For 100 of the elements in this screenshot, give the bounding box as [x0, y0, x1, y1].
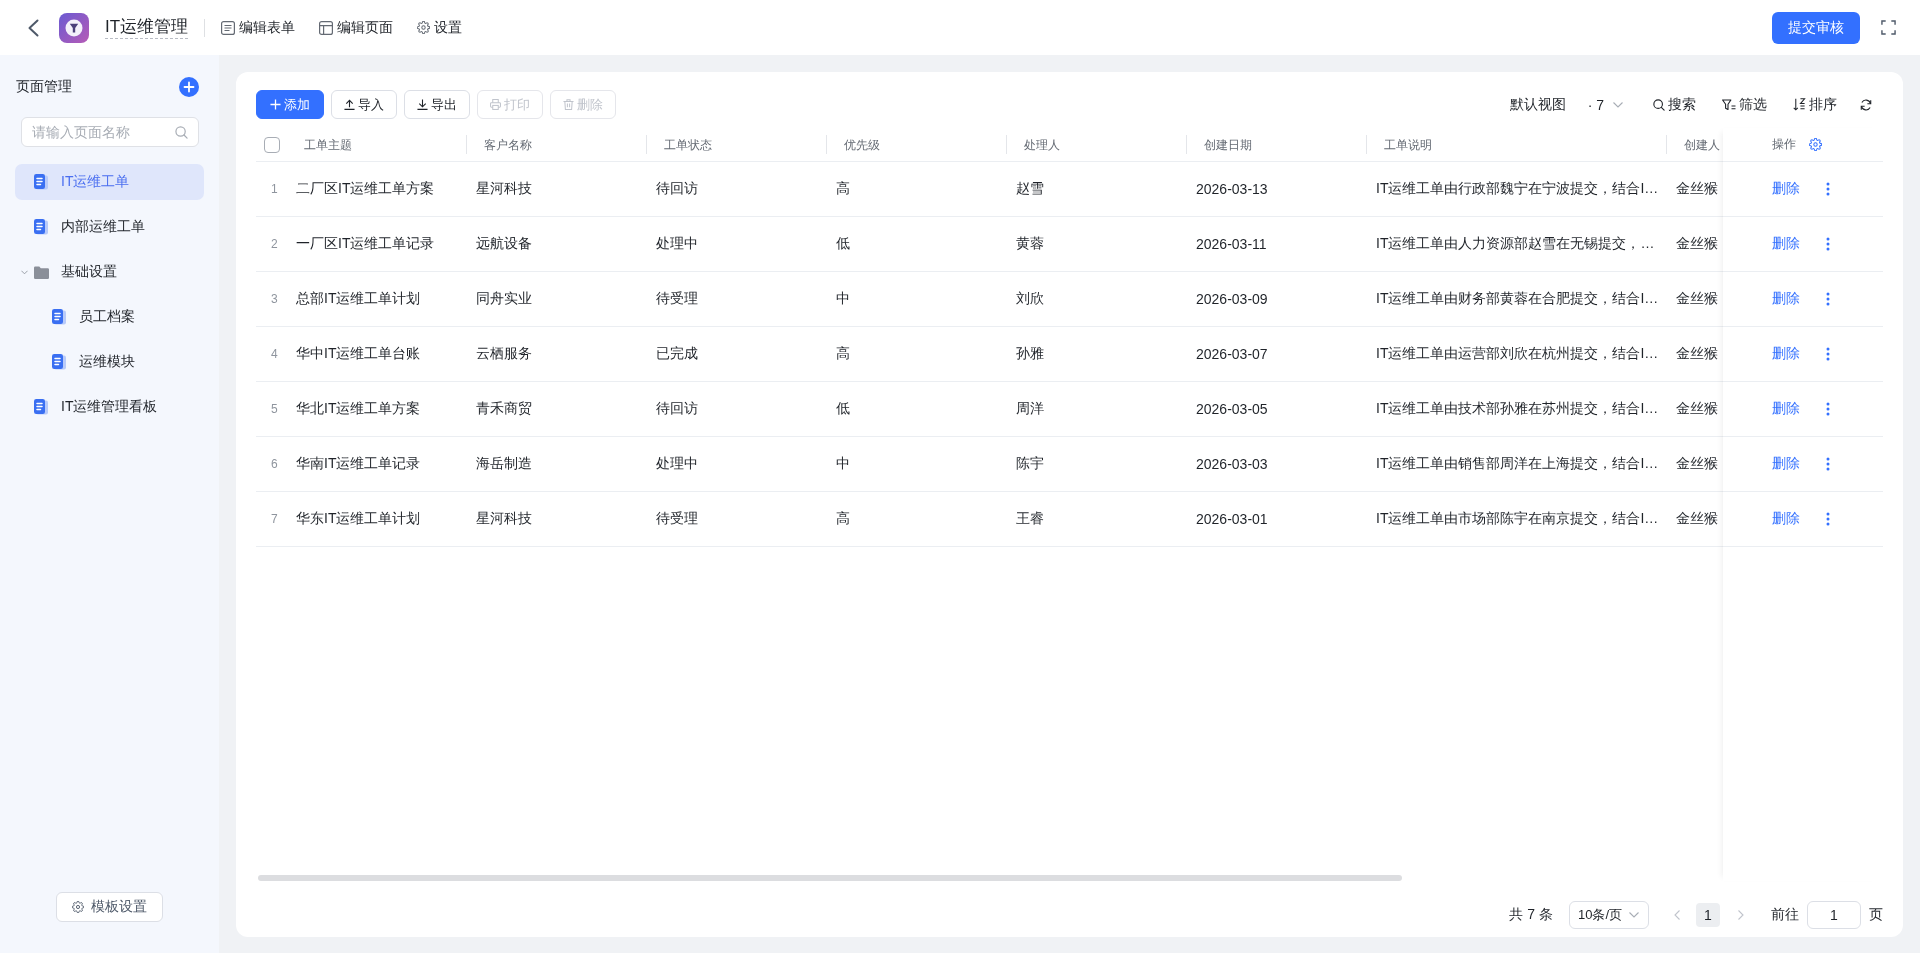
delete-link[interactable]: 删除 — [1772, 400, 1800, 418]
table-cell-text: 同舟实业 — [475, 290, 533, 308]
table-cell-text: 华北IT运维工单方案 — [295, 400, 422, 418]
document-icon — [34, 399, 48, 415]
chevron-down-icon — [1629, 912, 1639, 918]
table-cell-text: 金丝猴 — [1675, 235, 1719, 253]
table-cell-text: 高 — [835, 510, 851, 528]
view-count-dropdown[interactable]: · 7 — [1587, 96, 1623, 113]
more-icon[interactable] — [1826, 457, 1830, 471]
table-cell-text: 陈宇 — [1015, 455, 1045, 473]
delete-link[interactable]: 删除 — [1772, 455, 1800, 473]
table-cell-text: 2026-03-07 — [1195, 346, 1269, 362]
scrollbar-thumb[interactable] — [258, 875, 1403, 881]
row-number: 6 — [270, 457, 279, 471]
table-cell-text: 孙雅 — [1015, 345, 1045, 363]
delete-link[interactable]: 删除 — [1772, 510, 1800, 528]
tree-item[interactable]: IT运维工单 — [15, 164, 204, 200]
more-icon[interactable] — [1826, 237, 1830, 251]
tree-item[interactable]: 内部运维工单 — [15, 209, 204, 245]
table-cell-text: 华中IT运维工单台账 — [295, 345, 422, 363]
submit-button[interactable]: 提交审核 — [1772, 11, 1860, 44]
export-button[interactable]: 导出 — [404, 90, 470, 119]
delete-link[interactable]: 删除 — [1772, 290, 1800, 308]
tree-item[interactable]: 运维模块 — [15, 344, 204, 380]
delete-link[interactable]: 删除 — [1772, 180, 1800, 198]
table-cell-text: 赵雪 — [1015, 180, 1045, 198]
sort-button[interactable]: 排序 — [1793, 95, 1837, 114]
column-header: 工单说明 — [1384, 136, 1432, 154]
settings-button[interactable]: 设置 — [417, 15, 463, 40]
table-cell-text: 处理中 — [655, 235, 699, 253]
table-cell-text: 低 — [835, 235, 851, 253]
refresh-icon[interactable] — [1860, 98, 1872, 111]
total-count: 共 7 条 — [1509, 906, 1553, 924]
template-settings-button[interactable]: 模板设置 — [56, 892, 163, 922]
more-icon[interactable] — [1826, 402, 1830, 416]
edit-page-button[interactable]: 编辑页面 — [319, 15, 394, 40]
table-cell-text: 2026-03-09 — [1195, 291, 1269, 307]
tree-item[interactable]: IT运维管理看板 — [15, 389, 204, 425]
sidebar-title: 页面管理 — [16, 78, 72, 96]
page-suffix: 页 — [1869, 906, 1883, 924]
add-button[interactable]: 添加 — [256, 90, 324, 119]
more-icon[interactable] — [1826, 512, 1830, 526]
page-button[interactable]: 1 — [1696, 903, 1720, 927]
table-cell-text: 中 — [835, 455, 851, 473]
table-cell-text: 刘欣 — [1015, 290, 1045, 308]
row-number: 1 — [270, 182, 279, 196]
table-cell-text: 星河科技 — [475, 510, 533, 528]
sort-icon — [1793, 98, 1806, 111]
delete-link[interactable]: 删除 — [1772, 345, 1800, 363]
app-logo-icon — [59, 12, 89, 43]
table-cell-text: 低 — [835, 400, 851, 418]
list-icon — [221, 20, 236, 35]
column-header: 创建人 — [1684, 136, 1720, 154]
table-cell-text: 华南IT运维工单记录 — [295, 455, 422, 473]
more-icon[interactable] — [1826, 182, 1830, 196]
table-cell-text: 2026-03-01 — [1195, 511, 1269, 527]
table-cell-text: 华东IT运维工单计划 — [295, 510, 422, 528]
table-cell-text: 云栖服务 — [475, 345, 533, 363]
filter-button[interactable]: 筛选 — [1722, 95, 1767, 114]
settings-icon[interactable] — [1809, 138, 1822, 151]
table-cell-text: 中 — [835, 290, 851, 308]
row-number: 3 — [270, 292, 279, 306]
edit-form-button[interactable]: 编辑表单 — [221, 15, 296, 40]
download-icon — [417, 99, 428, 110]
table-cell-text: 二厂区IT运维工单方案 — [295, 180, 436, 198]
column-header: 操作 — [1772, 136, 1796, 153]
table-cell-text: 王睿 — [1015, 510, 1045, 528]
document-icon — [52, 309, 66, 325]
page-size-select[interactable]: 10条/页 — [1569, 901, 1649, 929]
column-header: 创建日期 — [1204, 136, 1252, 154]
table-cell-text: 总部IT运维工单计划 — [295, 290, 422, 308]
table-cell-text: 高 — [835, 180, 851, 198]
gear-icon — [417, 21, 431, 34]
tree-item[interactable]: 员工档案 — [15, 299, 204, 335]
fullscreen-icon[interactable] — [1881, 20, 1896, 35]
view-button[interactable]: 默认视图 — [1509, 95, 1566, 114]
table-cell-text: IT运维工单由销售部周洋在上海提交，结合I… — [1375, 455, 1660, 473]
delete-link[interactable]: 删除 — [1772, 235, 1800, 253]
table-cell-text: 高 — [835, 345, 851, 363]
select-all-checkbox[interactable] — [264, 137, 280, 153]
table-cell-text: 处理中 — [655, 455, 699, 473]
tree-item[interactable]: 基础设置 — [15, 254, 204, 290]
column-header: 客户名称 — [484, 136, 532, 154]
import-button[interactable]: 导入 — [331, 90, 397, 119]
goto-page-field[interactable]: 1 — [1807, 901, 1861, 929]
more-icon[interactable] — [1826, 347, 1830, 361]
add-icon[interactable] — [179, 77, 199, 97]
table-cell-text: 金丝猴 — [1675, 290, 1719, 308]
document-icon — [34, 174, 48, 190]
back-icon[interactable] — [27, 18, 39, 37]
more-icon[interactable] — [1826, 292, 1830, 306]
table-cell-text: 金丝猴 — [1675, 345, 1719, 363]
table-cell-text: 金丝猴 — [1675, 180, 1719, 198]
search-icon — [1653, 98, 1665, 111]
search-button[interactable]: 搜索 — [1653, 95, 1696, 114]
table-cell-text: IT运维工单由市场部陈宇在南京提交，结合I… — [1375, 510, 1660, 528]
search-field[interactable]: 请输入页面名称 — [21, 117, 199, 147]
app-title[interactable]: IT运维管理 — [105, 16, 189, 39]
table-cell-text: 远航设备 — [475, 235, 533, 253]
folder-icon — [34, 265, 49, 279]
